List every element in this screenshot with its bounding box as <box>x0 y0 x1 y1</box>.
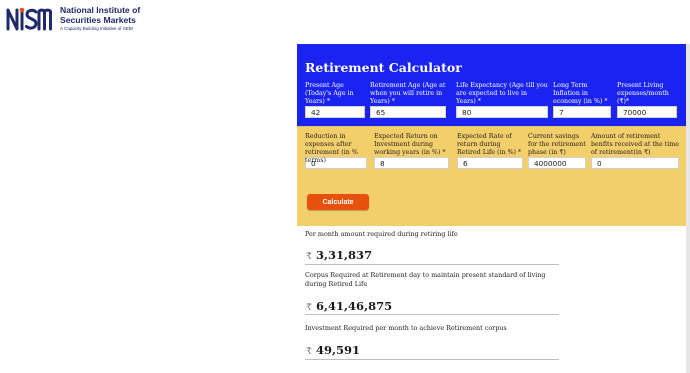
retirement-age-input[interactable] <box>370 106 446 118</box>
retirement-benefits-field: Amount of retirement benfits received at… <box>591 133 679 169</box>
corpus-required-amount: 6,41,46,875 <box>316 299 393 313</box>
brand-tagline: A Capacity Building Initiative of SEBI <box>60 26 134 31</box>
inflation-label: Long Term Inflation in economy (in %) * <box>553 82 608 105</box>
basic-inputs-section: Retirement Calculator Present Age (Today… <box>297 44 690 126</box>
retirement-age-label: Retirement Age (Age at when you will ret… <box>370 82 446 105</box>
rupee-icon: ₹ <box>306 251 313 262</box>
present-age-field: Present Age (Today's Age in Years) * <box>305 82 365 118</box>
life-expectancy-input[interactable] <box>456 106 548 118</box>
corpus-required-label: Corpus Required at Retirement day to mai… <box>305 271 546 288</box>
calculator-title: Retirement Calculator <box>305 60 462 75</box>
monthly-requirement-value: ₹3,31,837 <box>306 248 372 262</box>
expense-reduction-field: Reduction in expenses after retirement (… <box>305 133 367 169</box>
current-savings-label: Current savings for the retirement phase… <box>528 133 586 156</box>
retirement-benefits-input[interactable] <box>591 157 679 169</box>
present-age-label: Present Age (Today's Age in Years) * <box>305 82 354 105</box>
retirement-age-field: Retirement Age (Age at when you will ret… <box>370 82 446 118</box>
working-return-label: Expected Return on Investment during wor… <box>374 133 446 156</box>
living-expenses-input[interactable] <box>617 106 677 118</box>
working-return-field: Expected Return on Investment during wor… <box>374 133 449 169</box>
advanced-inputs-section: Reduction in expenses after retirement (… <box>297 126 690 226</box>
brand-name: National Institute of Securities Markets <box>60 5 140 25</box>
result-divider <box>305 314 559 315</box>
result-divider <box>305 264 559 265</box>
result-divider <box>305 359 559 360</box>
nism-logo[interactable]: National Institute of Securities Markets… <box>6 4 176 34</box>
current-savings-field: Current savings for the retirement phase… <box>528 133 586 169</box>
retired-return-label: Expected Rate of return during Retired L… <box>457 133 522 156</box>
inflation-input[interactable] <box>553 106 611 118</box>
calculate-button[interactable]: Calculate <box>307 194 369 210</box>
expense-reduction-label: Reduction in expenses after retirement (… <box>305 133 358 164</box>
monthly-investment-value: ₹49,591 <box>306 343 360 357</box>
living-expenses-field: Present Living expenses/month (₹)* <box>617 82 677 118</box>
brand-name-line2: Securities Markets <box>60 14 136 25</box>
expense-reduction-input[interactable] <box>305 157 367 169</box>
retirement-benefits-label: Amount of retirement benfits received at… <box>591 133 679 156</box>
working-return-input[interactable] <box>374 157 449 169</box>
retirement-calculator-panel: Retirement Calculator Present Age (Today… <box>297 44 690 373</box>
inflation-field: Long Term Inflation in economy (in %) * <box>553 82 611 118</box>
current-savings-input[interactable] <box>528 157 586 169</box>
monthly-requirement-label: Per month amount required during retirin… <box>305 230 458 238</box>
monthly-investment-label: Investment Required per month to achieve… <box>305 324 507 332</box>
present-age-input[interactable] <box>305 106 365 118</box>
monthly-requirement-amount: 3,31,837 <box>316 248 373 262</box>
nism-logo-mark <box>6 7 52 31</box>
living-expenses-label: Present Living expenses/month (₹)* <box>617 82 669 105</box>
life-expectancy-field: Life Expectancy (Age till you are expect… <box>456 82 548 118</box>
retired-return-input[interactable] <box>457 157 523 169</box>
rupee-icon: ₹ <box>306 302 313 313</box>
rupee-icon: ₹ <box>306 346 313 357</box>
life-expectancy-label: Life Expectancy (Age till you are expect… <box>456 82 548 105</box>
retired-return-field: Expected Rate of return during Retired L… <box>457 133 523 169</box>
corpus-required-value: ₹6,41,46,875 <box>306 299 392 313</box>
monthly-investment-amount: 49,591 <box>316 343 361 357</box>
vertical-scrollbar[interactable] <box>686 44 690 373</box>
